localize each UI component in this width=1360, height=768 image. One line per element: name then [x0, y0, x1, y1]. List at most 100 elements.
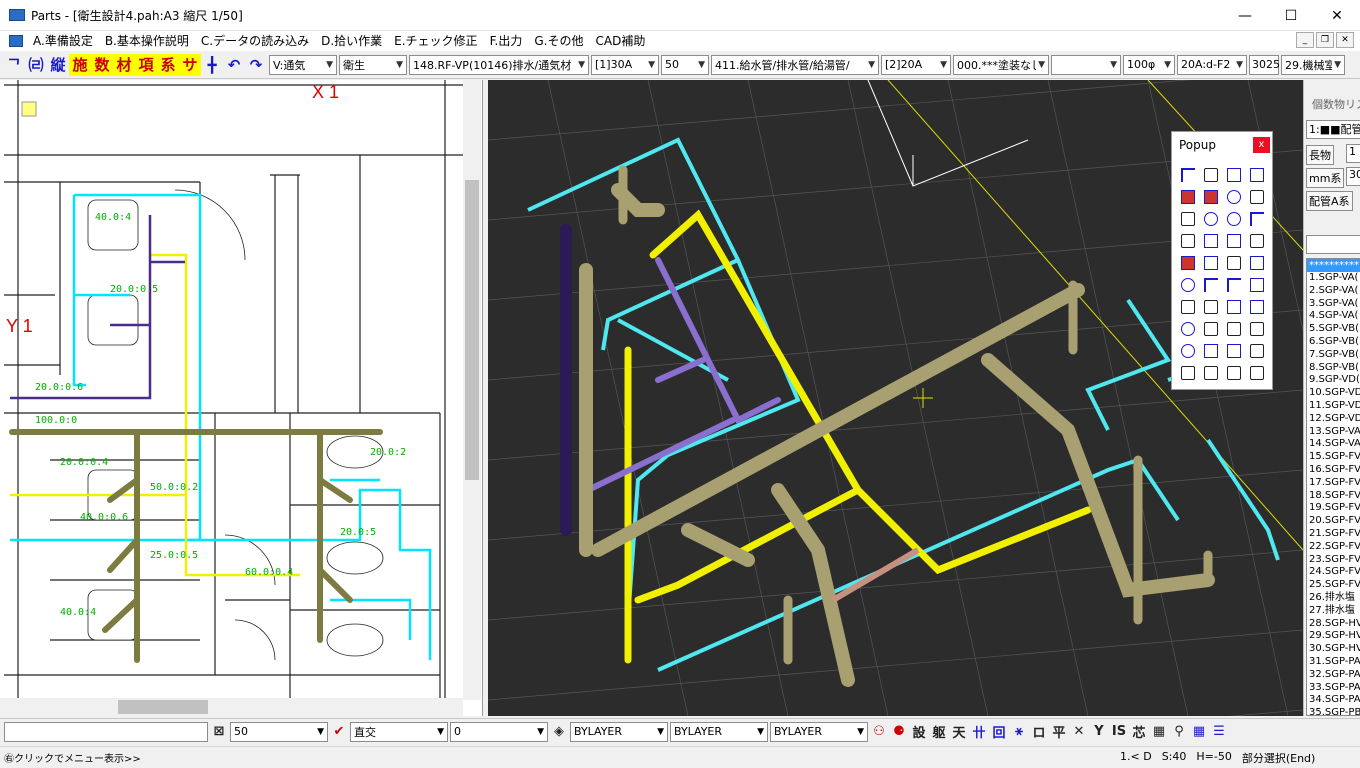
item-button[interactable]: 項: [135, 53, 157, 76]
level-tool-icon[interactable]: [1222, 362, 1245, 384]
flange-tool-icon[interactable]: [1176, 252, 1199, 274]
list-item[interactable]: 3.SGP-VA(: [1307, 298, 1360, 311]
fitting-tool-icon[interactable]: [1176, 186, 1199, 208]
item-select[interactable]: 148.RF-VP(10146)排水/通気材 ▼: [409, 54, 589, 75]
category-field[interactable]: 1:■■配管材: [1306, 120, 1360, 139]
line-mode-select[interactable]: 直交 ▼: [350, 721, 448, 742]
equipment-icon[interactable]: ⚇: [870, 723, 888, 741]
list-item[interactable]: 14.SGP-VA: [1307, 438, 1360, 451]
structure-icon[interactable]: ⚈: [890, 723, 908, 741]
popup-title-bar[interactable]: Popup x: [1172, 132, 1272, 158]
snap-icon[interactable]: ⊠: [210, 723, 228, 741]
list-item[interactable]: 1.SGP-VA(: [1307, 272, 1360, 285]
join-tool-icon[interactable]: [1222, 230, 1245, 252]
list-item[interactable]: 24.SGP-FV: [1307, 566, 1360, 579]
linetype-select[interactable]: BYLAYER ▼: [670, 721, 768, 742]
valve-tool-icon[interactable]: [1199, 186, 1222, 208]
triangle-tool-icon[interactable]: [1245, 252, 1268, 274]
sa-tool-icon[interactable]: [1199, 318, 1222, 340]
pin-button[interactable]: ⚲: [1170, 723, 1188, 741]
popup-close-button[interactable]: x: [1253, 137, 1270, 153]
branch-tool-icon[interactable]: [1245, 186, 1268, 208]
list-item[interactable]: 13.SGP-VA: [1307, 426, 1360, 439]
close-button[interactable]: ✕: [1314, 0, 1360, 31]
list-item[interactable]: 17.SGP-FV: [1307, 477, 1360, 490]
cross-tool-icon[interactable]: [1245, 164, 1268, 186]
list-item[interactable]: 30.SGP-HV: [1307, 643, 1360, 656]
line-tool-icon[interactable]: [1245, 340, 1268, 362]
tee-tool-icon[interactable]: [1222, 186, 1245, 208]
list-item[interactable]: 2.SGP-VA(: [1307, 285, 1360, 298]
quantity-button[interactable]: 数: [91, 53, 113, 76]
list-item[interactable]: 12.SGP-VD: [1307, 413, 1360, 426]
corner-tool-button[interactable]: ᄀ: [3, 54, 25, 76]
design-button[interactable]: 設: [910, 723, 928, 741]
rect-button[interactable]: ロ: [1030, 723, 1048, 741]
count-list[interactable]: ********** 1.SGP-VA(2.SGP-VA(3.SGP-VA(4.…: [1306, 258, 1360, 716]
mdi-minimize-button[interactable]: _: [1296, 32, 1314, 48]
diameter-select[interactable]: 100φ ▼: [1123, 54, 1175, 75]
plan-button[interactable]: 平: [1050, 723, 1068, 741]
region-tool-icon[interactable]: [1245, 296, 1268, 318]
mdi-restore-button[interactable]: ❐: [1316, 32, 1334, 48]
unit-field[interactable]: 30: [1346, 167, 1360, 186]
bop-tool-icon[interactable]: [1245, 362, 1268, 384]
list-item[interactable]: 28.SGP-HV: [1307, 618, 1360, 631]
node-tool-icon[interactable]: [1245, 230, 1268, 252]
list-item[interactable]: 29.SGP-HV: [1307, 630, 1360, 643]
material-button[interactable]: 材: [113, 53, 135, 76]
list-item[interactable]: 8.SGP-VB(: [1307, 362, 1360, 375]
joint-select[interactable]: 20A:d-F2 ▼: [1177, 54, 1247, 75]
list-item[interactable]: 22.SGP-FV: [1307, 541, 1360, 554]
menu-basic-help[interactable]: B.基本操作説明: [99, 31, 195, 51]
search-field[interactable]: [1306, 235, 1360, 254]
mdi-close-button[interactable]: ✕: [1336, 32, 1354, 48]
list-item[interactable]: 23.SGP-FV: [1307, 554, 1360, 567]
construction-button[interactable]: 施: [69, 53, 91, 76]
list-item[interactable]: 11.SGP-VD: [1307, 400, 1360, 413]
core-button[interactable]: 芯: [1130, 723, 1148, 741]
redo-icon[interactable]: ↷: [245, 54, 267, 76]
list-item[interactable]: 35.SGP-PB: [1307, 707, 1360, 715]
is-button[interactable]: IS: [1110, 723, 1128, 741]
list-item[interactable]: 33.SGP-PA: [1307, 682, 1360, 695]
number-field[interactable]: 3025: [1249, 54, 1280, 75]
layer-number-select[interactable]: 0 ▼: [450, 721, 548, 742]
list-item[interactable]: 18.SGP-FV: [1307, 490, 1360, 503]
blank-select[interactable]: ▼: [1051, 54, 1121, 75]
list-item[interactable]: 32.SGP-PA: [1307, 669, 1360, 682]
move-tool-icon[interactable]: [1222, 340, 1245, 362]
category-select[interactable]: 衛生 ▼: [339, 54, 407, 75]
bracket-tool-icon[interactable]: [1176, 362, 1199, 384]
room-select[interactable]: 29.機械室 ▼: [1281, 54, 1345, 75]
lock-tool-icon[interactable]: [1222, 252, 1245, 274]
scroll-thumb[interactable]: [118, 700, 208, 714]
tee-down-tool-icon[interactable]: [1176, 230, 1199, 252]
list-item[interactable]: 6.SGP-VB(: [1307, 336, 1360, 349]
size3-select[interactable]: [2]20A ▼: [881, 54, 951, 75]
box-tool-icon[interactable]: [1199, 164, 1222, 186]
grid-tool-icon[interactable]: [1199, 296, 1222, 318]
menu-output[interactable]: F.出力: [484, 31, 529, 51]
finish-select[interactable]: 000.***塗装なし ▼: [953, 54, 1049, 75]
plan-drawing[interactable]: X 1 Y 1 40.0:4 20.0:0.5 20.0:0.6 100.0:0…: [0, 80, 463, 698]
pen-tool-icon[interactable]: [1222, 318, 1245, 340]
size1-select[interactable]: [1]30A ▼: [591, 54, 659, 75]
layer-icon[interactable]: ◈: [550, 723, 568, 741]
gear-tool-icon[interactable]: [1199, 208, 1222, 230]
unit-button[interactable]: mm系: [1306, 168, 1345, 188]
list-item[interactable]: 34.SGP-PA: [1307, 694, 1360, 707]
plan-tool-button[interactable]: ㈃: [25, 54, 47, 76]
step-tool-icon[interactable]: [1199, 274, 1222, 296]
drop-tool-icon[interactable]: [1222, 274, 1245, 296]
document-icon[interactable]: [9, 35, 23, 47]
list-item[interactable]: 16.SGP-FV: [1307, 464, 1360, 477]
list-item[interactable]: 9.SGP-VD(: [1307, 374, 1360, 387]
list-item-selected[interactable]: **********: [1307, 259, 1360, 272]
size-button[interactable]: サ: [179, 53, 201, 76]
pump-tool-icon[interactable]: [1176, 274, 1199, 296]
list-item[interactable]: 19.SGP-FV: [1307, 502, 1360, 515]
rotate-tool-icon[interactable]: [1222, 208, 1245, 230]
color-select[interactable]: BYLAYER ▼: [770, 721, 868, 742]
list-item[interactable]: 20.SGP-FV: [1307, 515, 1360, 528]
